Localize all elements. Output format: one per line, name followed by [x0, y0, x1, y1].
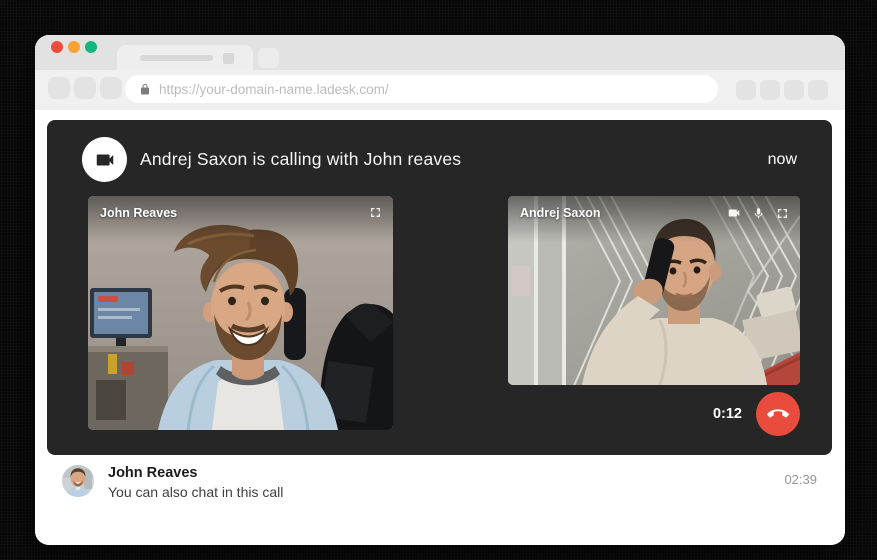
chat-author: John Reaves [108, 465, 283, 482]
call-footer: 0:12 [713, 392, 800, 436]
video-call-panel: Andrej Saxon is calling with John reaves… [47, 120, 832, 455]
url-text: https://your-domain-name.ladesk.com/ [159, 82, 389, 97]
video-participant-name: John Reaves [100, 206, 177, 220]
close-window-button[interactable] [51, 41, 63, 53]
minimize-window-button[interactable] [68, 41, 80, 53]
browser-window: https://your-domain-name.ladesk.com/ And… [35, 35, 845, 545]
tab-title-placeholder [140, 55, 213, 61]
chat-text: You can also chat in this call [108, 483, 283, 501]
call-title: Andrej Saxon is calling with John reaves [140, 149, 461, 170]
address-bar[interactable]: https://your-domain-name.ladesk.com/ [125, 75, 718, 103]
call-header: Andrej Saxon is calling with John reaves… [82, 137, 797, 182]
toolbar-button-3[interactable] [784, 80, 804, 100]
call-duration: 0:12 [713, 406, 742, 422]
forward-button[interactable] [74, 77, 96, 99]
active-tab[interactable] [117, 45, 253, 70]
microphone-icon[interactable] [752, 207, 765, 220]
video-tile-andrej-saxon: Andrej Saxon [508, 196, 800, 385]
maximize-window-button[interactable] [85, 41, 97, 53]
video-overlay-andrej: Andrej Saxon [508, 196, 800, 242]
video-participant-name: Andrej Saxon [520, 206, 601, 220]
fullscreen-icon[interactable] [369, 206, 382, 219]
lock-icon [139, 83, 151, 96]
toolbar-button-1[interactable] [736, 80, 756, 100]
tab-close-icon[interactable] [223, 53, 234, 64]
video-tile-john-reaves: John Reaves [88, 196, 393, 430]
phone-hangup-icon [767, 403, 789, 425]
hangup-button[interactable] [756, 392, 800, 436]
browser-tabstrip [35, 35, 845, 70]
chat-timestamp: 02:39 [784, 465, 817, 501]
toolbar-button-4[interactable] [808, 80, 828, 100]
back-button[interactable] [48, 77, 70, 99]
fullscreen-icon[interactable] [776, 207, 789, 220]
call-timestamp: now [768, 151, 797, 169]
chat-message-row: John Reaves You can also chat in this ca… [62, 465, 817, 501]
new-tab-button[interactable] [258, 48, 279, 68]
avatar [62, 465, 94, 497]
video-overlay-john: John Reaves [88, 196, 393, 242]
toolbar-button-2[interactable] [760, 80, 780, 100]
video-camera-icon [82, 137, 127, 182]
reload-button[interactable] [100, 77, 122, 99]
page-content: Andrej Saxon is calling with John reaves… [35, 110, 845, 545]
video-camera-icon[interactable] [727, 206, 741, 220]
browser-toolbar: https://your-domain-name.ladesk.com/ [35, 70, 845, 110]
